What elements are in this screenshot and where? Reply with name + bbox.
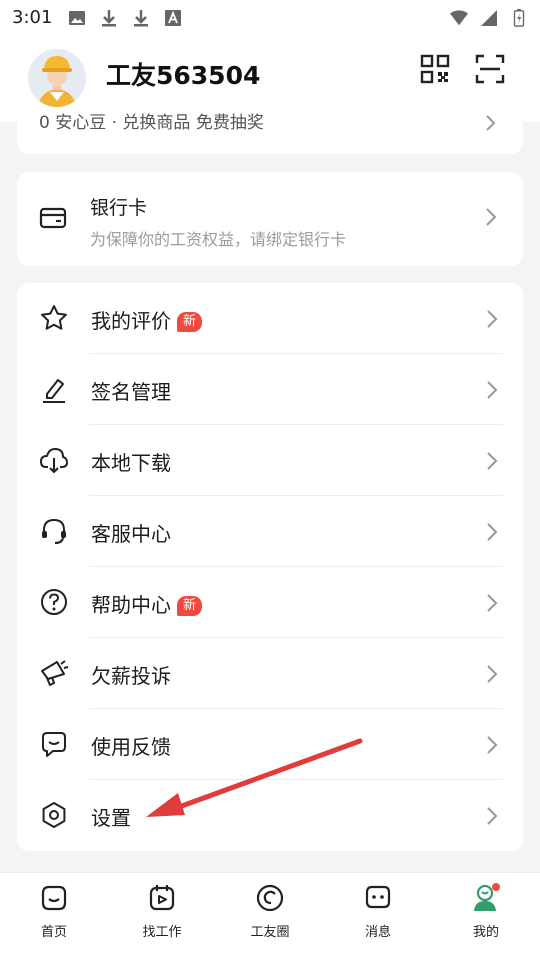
- star-icon: [41, 305, 67, 330]
- new-badge: 新: [177, 312, 203, 332]
- menu-item-label: 设置: [91, 806, 131, 830]
- wifi-icon: [450, 10, 468, 26]
- signal-icon: [481, 10, 497, 26]
- worker-avatar-icon: [28, 49, 86, 107]
- image-icon: [69, 11, 85, 25]
- bank-card-row[interactable]: 银行卡 为保障你的工资权益，请绑定银行卡: [17, 172, 523, 266]
- chevron-right-icon: [486, 522, 498, 542]
- font-icon: [165, 10, 181, 26]
- nav-profile[interactable]: 我的: [446, 883, 526, 953]
- nav-label: 消息: [364, 925, 391, 940]
- feedback-icon: [42, 732, 66, 757]
- download-icon: [134, 10, 148, 27]
- home-icon: [41, 885, 67, 911]
- username: 工友563504: [106, 61, 261, 90]
- new-badge: 新: [177, 596, 203, 616]
- menu-item-wage-complaint[interactable]: 欠薪投诉: [17, 638, 523, 709]
- chevron-right-icon: [485, 207, 497, 227]
- chevron-right-icon: [486, 309, 498, 329]
- chevron-right-icon: [486, 451, 498, 471]
- nav-label: 工友圈: [250, 925, 290, 940]
- menu-item-label: 帮助中心: [91, 593, 171, 617]
- chevron-right-icon: [486, 806, 498, 826]
- menu-item-label: 本地下载: [91, 451, 171, 475]
- scan-icon: [475, 54, 505, 84]
- question-icon: [41, 589, 67, 615]
- find-job-icon: [149, 885, 175, 911]
- download-icon: [102, 10, 116, 27]
- circle-icon: [256, 884, 284, 912]
- status-time: 3:01: [12, 7, 53, 28]
- nav-find-job[interactable]: 找工作: [122, 883, 202, 953]
- points-card[interactable]: 0 安心豆 · 兑换商品 免费抽奖: [17, 112, 523, 154]
- menu-item-reviews[interactable]: 我的评价新: [17, 283, 523, 354]
- bottom-navigation: 首页 找工作 工友圈 消息 我的: [0, 872, 540, 960]
- chevron-right-icon: [486, 593, 498, 613]
- menu-item-help-center[interactable]: 帮助中心新: [17, 567, 523, 638]
- profile-header: 工友563504: [0, 36, 540, 122]
- scan-button[interactable]: [474, 53, 506, 85]
- chevron-right-icon: [486, 735, 498, 755]
- menu-item-local-download[interactable]: 本地下载: [17, 425, 523, 496]
- status-system-icons: [450, 9, 528, 27]
- menu-item-label: 欠薪投诉: [91, 664, 171, 688]
- message-icon: [365, 885, 391, 909]
- nav-label: 找工作: [142, 925, 182, 940]
- nav-home[interactable]: 首页: [14, 883, 94, 953]
- headset-icon: [42, 518, 66, 544]
- status-bar: 3:01: [0, 0, 540, 36]
- nav-worker-circle[interactable]: 工友圈: [230, 883, 310, 953]
- bank-card-title: 银行卡: [90, 197, 148, 219]
- qr-code-button[interactable]: [419, 53, 451, 85]
- pen-icon: [43, 379, 65, 403]
- settings-icon: [42, 802, 66, 828]
- menu-item-signature[interactable]: 签名管理: [17, 354, 523, 425]
- menu-item-customer-service[interactable]: 客服中心: [17, 496, 523, 567]
- menu-item-label: 签名管理: [91, 380, 171, 404]
- nav-label: 首页: [40, 925, 67, 940]
- chevron-right-icon: [486, 380, 498, 400]
- nav-label: 我的: [472, 925, 499, 940]
- bank-card-subtitle: 为保障你的工资权益，请绑定银行卡: [90, 230, 347, 249]
- chevron-right-icon: [486, 664, 498, 684]
- status-notification-icons: [68, 9, 182, 27]
- nav-messages[interactable]: 消息: [338, 883, 418, 953]
- points-card-text: 0 安心豆 · 兑换商品 免费抽奖: [39, 113, 264, 133]
- menu-item-label: 我的评价: [91, 309, 171, 333]
- menu-item-label: 客服中心: [91, 522, 171, 546]
- bank-card-icon: [39, 207, 67, 229]
- cloud-download-icon: [40, 448, 68, 474]
- profile-icon: [474, 883, 500, 911]
- qr-code-icon: [420, 54, 450, 84]
- annotation-arrow: [146, 738, 363, 817]
- chevron-right-icon: [485, 114, 497, 132]
- battery-icon: [513, 9, 525, 27]
- avatar[interactable]: [28, 49, 86, 107]
- megaphone-icon: [41, 660, 69, 686]
